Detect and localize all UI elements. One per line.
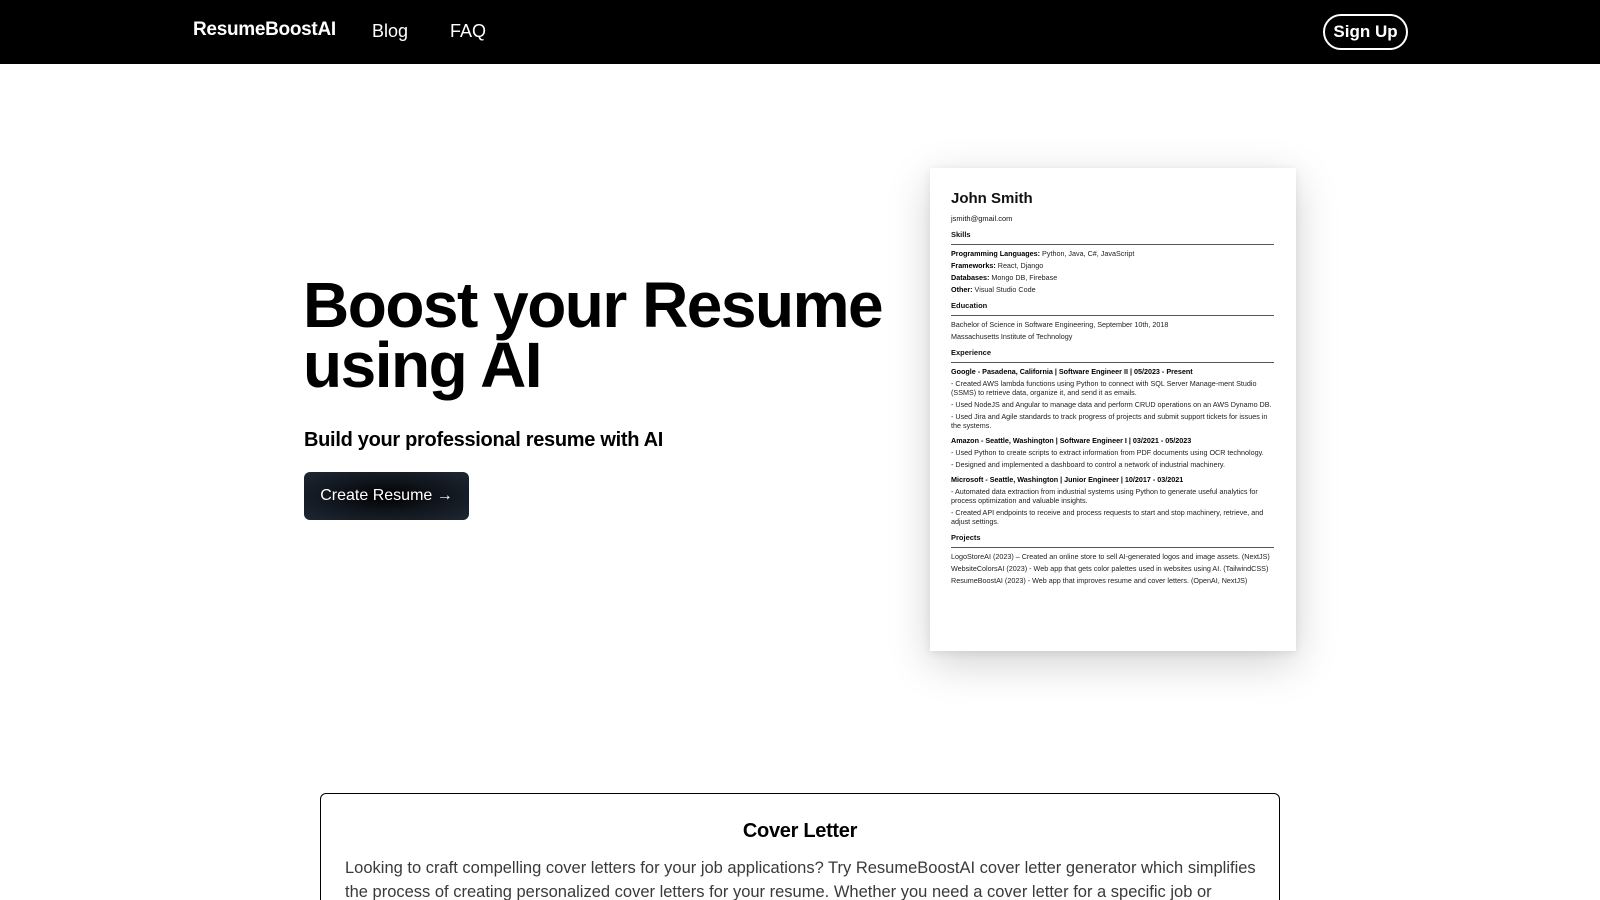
resume-job-title: Microsoft - Seattle, Washington | Junior… bbox=[951, 475, 1184, 484]
resume-project-line: WebsiteColorsAI (2023) - Web app that ge… bbox=[951, 564, 1269, 573]
resume-section-experience: Experience bbox=[951, 348, 1274, 363]
hero-title-line-1: Boost your Resume bbox=[303, 269, 884, 341]
resume-job-title: Amazon - Seattle, Washington | Software … bbox=[951, 436, 1192, 445]
resume-name: John Smith bbox=[951, 190, 1033, 207]
resume-email: jsmith@gmail.com bbox=[951, 214, 1013, 223]
resume-preview-card: John Smith jsmith@gmail.com Skills Progr… bbox=[930, 168, 1296, 651]
cover-letter-description: Looking to craft compelling cover letter… bbox=[345, 859, 1256, 900]
resume-skill-row: Frameworks: React, Django bbox=[951, 261, 1044, 270]
resume-job-bullet: - Designed and implemented a dashboard t… bbox=[951, 460, 1225, 469]
resume-job-bullet: - Created API endpoints to receive and p… bbox=[951, 508, 1264, 526]
resume-section-projects: Projects bbox=[951, 533, 1274, 548]
resume-skill-row: Programming Languages: Python, Java, C#,… bbox=[951, 249, 1135, 258]
resume-job-bullet: - Automated data extraction from industr… bbox=[951, 487, 1258, 505]
resume-project-line: ResumeBoostAI (2023) - Web app that impr… bbox=[951, 576, 1248, 585]
hero-subtitle: Build your professional resume with AI bbox=[304, 429, 664, 451]
cover-letter-title: Cover Letter bbox=[742, 820, 858, 842]
top-navbar: ResumeBoostAI Blog FAQ Sign Up bbox=[0, 0, 1600, 64]
nav-link-blog[interactable]: Blog bbox=[372, 21, 408, 42]
resume-skill-row: Other: Visual Studio Code bbox=[951, 285, 1036, 294]
nav-link-faq[interactable]: FAQ bbox=[450, 21, 486, 42]
hero-title: Boost your Resume using AI bbox=[303, 269, 884, 401]
cover-letter-card: Cover Letter Looking to craft compelling… bbox=[320, 793, 1280, 900]
resume-section-skills: Skills bbox=[951, 230, 1274, 245]
resume-section-education: Education bbox=[951, 301, 1274, 316]
hero-title-line-2: using AI bbox=[303, 329, 543, 401]
resume-education-line: Massachusetts Institute of Technology bbox=[951, 332, 1073, 341]
resume-job-bullet: - Used Jira and Agile standards to track… bbox=[951, 412, 1268, 430]
sign-up-button[interactable]: Sign Up bbox=[1323, 14, 1408, 50]
brand-logo[interactable]: ResumeBoostAI bbox=[193, 19, 336, 41]
create-resume-button[interactable]: Create Resume → bbox=[304, 472, 469, 520]
resume-job-title: Google - Pasadena, California | Software… bbox=[951, 367, 1193, 376]
resume-skill-row: Databases: Mongo DB, Firebase bbox=[951, 273, 1058, 282]
resume-job-bullet: - Used NodeJS and Angular to manage data… bbox=[951, 400, 1272, 409]
resume-job-bullet: - Used Python to create scripts to extra… bbox=[951, 448, 1264, 457]
resume-job-bullet: - Created AWS lambda functions using Pyt… bbox=[951, 379, 1257, 397]
resume-education-line: Bachelor of Science in Software Engineer… bbox=[951, 320, 1169, 329]
resume-project-line: LogoStoreAI (2023) – Created an online s… bbox=[951, 552, 1270, 561]
